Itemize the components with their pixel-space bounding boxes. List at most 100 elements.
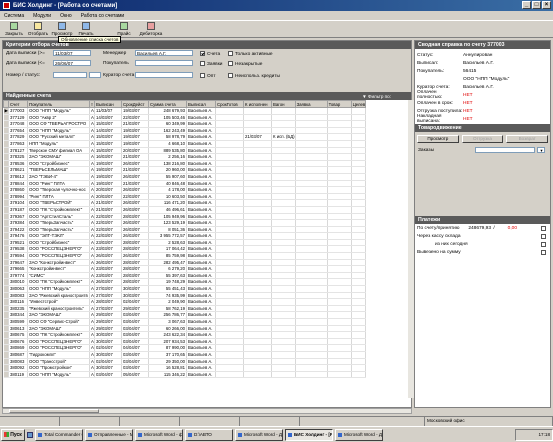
date-to-input[interactable]: 26/06/07 bbox=[53, 60, 91, 66]
table-row[interactable]: 378860 ООО "Тверская чулочно-нос А 20/03/07… bbox=[3, 186, 367, 194]
minimize-button[interactable]: _ bbox=[522, 1, 531, 9]
table-row[interactable]: 379521 ООО "Стройбизнес" А 23/03/07 28/03/07… bbox=[3, 239, 367, 247]
table-row[interactable]: 380083 ООО "Трансстрой" А 02/04/07 03/04/07 2… bbox=[3, 358, 367, 366]
table-row[interactable]: 380869 ООО "РОССПЕЦЭНЕРГО" А 02/04/07 04/04/… bbox=[3, 344, 367, 352]
table-row[interactable]: 379476 ООО "ЭЛТ-ТЭКЛ" А 22/03/07 26/03/07 3 9… bbox=[3, 232, 367, 240]
number-input[interactable] bbox=[53, 72, 87, 78]
table-row[interactable]: 380613 ЗАО "ЭКОМАШ" А 29/03/07 03/04/07 60 26… bbox=[3, 325, 367, 333]
column-header[interactable]: К исполнен bbox=[243, 100, 272, 108]
active-only-checkbox[interactable] bbox=[228, 51, 233, 56]
taskbar-task[interactable]: Microsoft Word - Д bbox=[235, 428, 283, 441]
debtors-tool-button[interactable]: Дебиторка bbox=[136, 21, 166, 38]
invoices-checkbox[interactable] bbox=[200, 51, 205, 56]
column-header[interactable]: Сумма счета bbox=[148, 100, 187, 108]
opt-unused-credits[interactable]: Неиспольз. кредиты bbox=[228, 73, 280, 79]
table-row[interactable]: 379647 ЗАО "Конкстройинвест" А 26/03/07 28/0… bbox=[3, 259, 367, 267]
table-row[interactable]: 377048 ООО СФ "ТВЕРЬАГРОСТРО А 15/03/07 21/0… bbox=[3, 120, 367, 128]
table-row[interactable]: 379187 ООО "ПК "Стройкомплект" А 21/03/07 26… bbox=[3, 206, 367, 214]
pay-by-invoice-checkbox[interactable] bbox=[541, 225, 546, 231]
date-from-input[interactable]: 11/03/07 bbox=[53, 50, 91, 56]
table-row[interactable]: 379594 ООО "РОССПЕЦЭНЕРГО" А 26/03/07 26/03/… bbox=[3, 252, 367, 260]
invoices-grid[interactable]: Счет Покупатель т Выписан СрокДейст Сумма сче… bbox=[3, 100, 411, 398]
quicklaunch-icon[interactable] bbox=[27, 431, 33, 438]
unused-credits-checkbox[interactable] bbox=[228, 73, 233, 78]
table-row[interactable]: 379422 ООО "ТверьЗапчасть" А 22/03/07 26/03/… bbox=[3, 226, 367, 234]
column-header[interactable]: СрокГотов bbox=[215, 100, 244, 108]
column-header[interactable]: Вагон bbox=[271, 100, 296, 108]
taskbar-task[interactable]: БИС Холдинг - [Р bbox=[285, 428, 333, 441]
column-header[interactable]: Выписан bbox=[94, 100, 122, 108]
table-row[interactable]: 378536 ООО "Стройбизнес" А 19/03/07 26/03/07… bbox=[3, 160, 367, 168]
taskbar-task[interactable]: Microsoft Word - Д bbox=[335, 428, 383, 441]
taskbar-task[interactable]: Отправленные - М bbox=[85, 428, 133, 441]
table-row[interactable]: 378612 ЗАО "ТЭБИ-4" А 19/03/07 26/03/07 55 90… bbox=[3, 173, 367, 181]
taskbar-task[interactable]: Total Commander 6 bbox=[35, 428, 83, 441]
column-header[interactable]: Товар bbox=[326, 100, 352, 108]
column-header[interactable]: СрокДейст bbox=[121, 100, 149, 108]
table-row[interactable]: 378994 "Ринг" ПЛТА А 20/03/07 22/03/07 10 603… bbox=[3, 193, 367, 201]
unclosed-checkbox[interactable] bbox=[228, 61, 233, 66]
curator-select[interactable] bbox=[135, 72, 193, 78]
filter-tool-button[interactable]: Отобрать bbox=[26, 21, 50, 38]
table-row[interactable]: 377654 ООО "НПП "Модуль" А 14/03/07 19/03/07… bbox=[3, 127, 367, 135]
requests-checkbox[interactable] bbox=[200, 61, 205, 66]
table-row[interactable]: 379538 ООО "РОССПЕЦЭНЕРГО" А 23/03/07 28/03/… bbox=[3, 245, 367, 254]
table-row[interactable]: 380083 ЗАО "Ржевский краностроитв А 27/03/0… bbox=[3, 292, 367, 300]
opt-active-only[interactable]: Только активные bbox=[228, 51, 273, 57]
column-header[interactable]: Заявка bbox=[294, 100, 328, 108]
column-header[interactable]: Счет bbox=[8, 100, 28, 108]
table-row[interactable]: ▶ 377003 ООО "НПП "Модуль" А 11/03/07 19/03/0… bbox=[3, 107, 367, 115]
column-header[interactable]: Выписал bbox=[186, 100, 216, 108]
return-button[interactable]: Возврат bbox=[506, 135, 549, 143]
table-row[interactable]: 377129 ООО "Аквр 2" А 14/03/07 22/03/07 105 5… bbox=[3, 114, 367, 122]
table-row[interactable]: 379367 ООО "АртСтилСталь" А 22/03/07 28/03/0… bbox=[3, 213, 367, 221]
start-button[interactable]: Пуск bbox=[1, 428, 25, 441]
table-row[interactable]: 380119 ООО "НПП "Модуль" А 03/04/07 05/04/07… bbox=[3, 371, 367, 379]
table-row[interactable]: 379104 ООО "ТВЕРЬСТРОЙ" А 21/03/07 26/03/07 1… bbox=[3, 199, 367, 207]
table-row[interactable]: 378621 "ТВЕРЬСЕЛЬМАШ" А 19/03/07 21/03/07 20 … bbox=[3, 166, 367, 174]
shipment-button[interactable]: Отгрузка bbox=[461, 135, 504, 143]
returned-checkbox[interactable] bbox=[541, 249, 546, 255]
table-row[interactable]: 380675 ООО "ПК "Стройкомплект" А 30/03/07 03… bbox=[3, 331, 367, 339]
maximize-button[interactable]: □ bbox=[532, 1, 541, 9]
menu-invoices[interactable]: Работа со счетами bbox=[81, 13, 125, 19]
table-row[interactable]: 380063 ООО "НПП "Модуль" А 27/03/07 30/03/07… bbox=[3, 285, 367, 293]
menu-system[interactable]: Система bbox=[4, 13, 24, 19]
opt-unclosed[interactable]: Незакрытые bbox=[228, 61, 262, 67]
table-row[interactable]: 378127 Тверское СМУ филиал ОА А 15/03/07 20/… bbox=[3, 147, 367, 155]
table-row[interactable]: 378844 ООО "Ринг" ПЛТА А 19/03/07 21/03/07 40… bbox=[3, 180, 367, 188]
orders-select[interactable] bbox=[475, 147, 535, 153]
table-row[interactable]: 377863 НПП "Модуль" А 15/03/07 19/03/07 4 668… bbox=[3, 140, 367, 148]
table-row[interactable]: 380092 ООО "Промстройкон" А 30/03/07 03/04/0… bbox=[3, 364, 367, 372]
close-tool-button[interactable]: Закрыть bbox=[2, 21, 26, 38]
opt-requests[interactable]: Заявки bbox=[200, 61, 223, 67]
scroll-thumb[interactable] bbox=[9, 409, 99, 413]
table-row[interactable]: 380344 ЗАО "ЭКОМАШ" А 29/03/07 03/04/07 256 7… bbox=[3, 311, 367, 319]
buyer-input[interactable] bbox=[135, 60, 193, 66]
table-row[interactable]: 378325 ЗАО "ЭКОМАШ" А 16/03/07 21/03/07 2 256… bbox=[3, 153, 367, 161]
table-row[interactable]: 379774 "СИМС" А 23/03/07 28/03/07 55 397,63 Ва… bbox=[3, 272, 367, 280]
orders-dropdown-button[interactable]: ▾ bbox=[537, 147, 545, 153]
table-row[interactable]: 380116 "Инвестстрой" А 28/03/07 02/04/07 2 04… bbox=[3, 298, 367, 306]
menu-modules[interactable]: Модули bbox=[33, 13, 51, 19]
taskbar-task[interactable]: D:\АВТО bbox=[185, 428, 233, 441]
warehouse-checkbox[interactable] bbox=[541, 233, 546, 239]
column-header[interactable]: Целев bbox=[350, 100, 367, 108]
table-row[interactable]: 377829 ООО "Русский металл" А 15/03/07 19/03… bbox=[3, 133, 367, 141]
today-checkbox[interactable] bbox=[541, 241, 546, 247]
taskbar-task[interactable]: Microsoft Word - ф bbox=[135, 428, 183, 441]
table-row[interactable]: 380687 "Гидрокомпл" А 30/03/07 03/04/07 37 17… bbox=[3, 351, 367, 359]
table-row[interactable]: 380676 ООО "РОССПЕЦЭНЕРГО" А 30/03/07 03/04/… bbox=[3, 338, 367, 346]
menu-window[interactable]: Окно bbox=[60, 13, 72, 19]
column-header[interactable]: Покупатель bbox=[27, 100, 90, 108]
opt-invoices[interactable]: Счета bbox=[200, 51, 220, 57]
table-row[interactable]: 379665 "Конкстройинвест" А 23/03/07 28/03/07… bbox=[3, 265, 367, 273]
opt-wholesale[interactable]: Опт bbox=[200, 73, 216, 79]
table-row[interactable]: 380235 "Ржевский краностроитель" А 27/03/07… bbox=[3, 305, 367, 313]
table-row[interactable]: 379384 ООО "ТверьЗапчасть" А 22/03/07 26/03/… bbox=[3, 219, 367, 227]
manager-select[interactable]: Васильев А.Г. bbox=[135, 50, 193, 56]
table-row[interactable]: 380599 ООО СФ "Сервис-Строй" А 29/03/07 03/0… bbox=[3, 318, 367, 326]
view-doc-button[interactable]: Просмотр bbox=[417, 135, 459, 143]
close-window-button[interactable]: × bbox=[542, 1, 551, 9]
wholesale-checkbox[interactable] bbox=[200, 73, 205, 78]
